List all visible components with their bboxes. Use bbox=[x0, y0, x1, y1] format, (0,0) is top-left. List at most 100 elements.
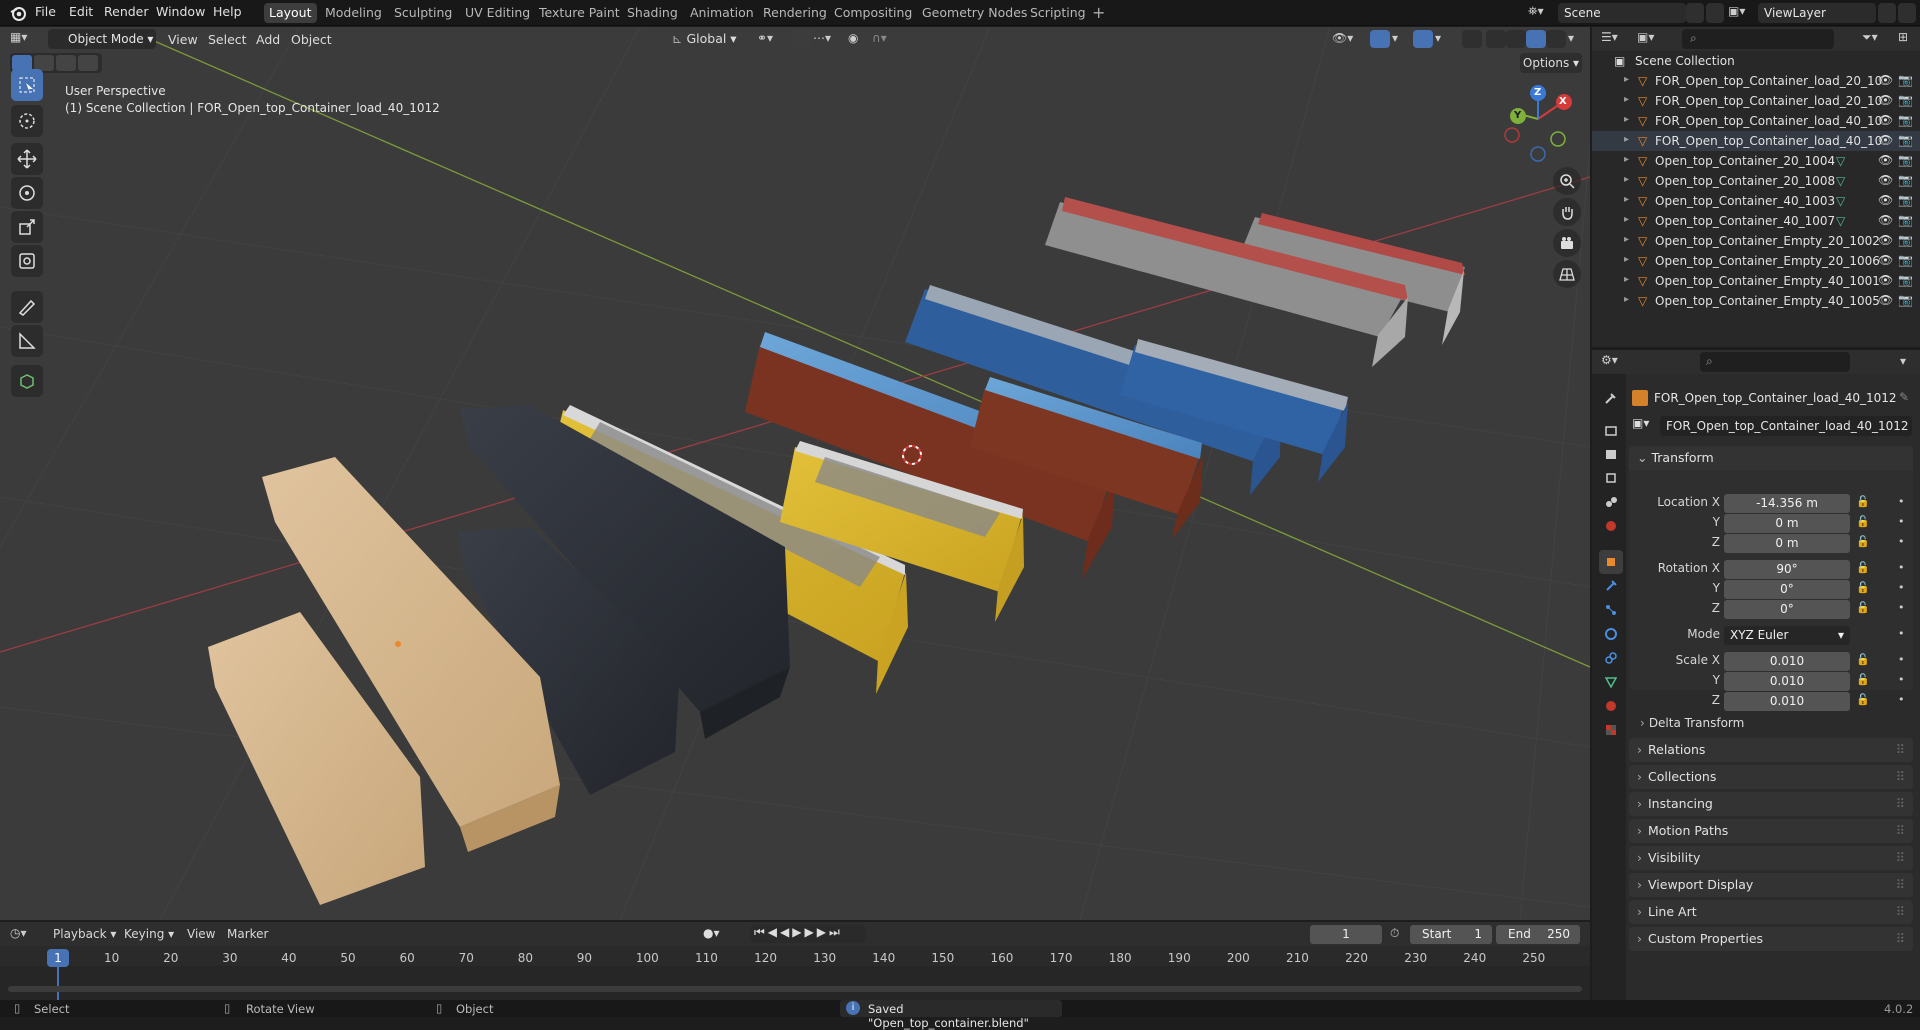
options-dropdown[interactable]: Options ▾ bbox=[1520, 53, 1582, 73]
tab-layout[interactable]: Layout bbox=[264, 3, 317, 23]
keyframe-dot-icon[interactable]: • bbox=[1898, 581, 1905, 594]
mesh-data-icon[interactable]: ▽ bbox=[1836, 214, 1845, 228]
lock-icon[interactable]: 🔓 bbox=[1856, 561, 1870, 574]
tab-scripting[interactable]: Scripting bbox=[1025, 3, 1091, 23]
shading-menu-icon[interactable]: ▾ bbox=[1568, 31, 1584, 49]
zoom-view-icon[interactable] bbox=[1553, 167, 1581, 195]
overlay-toggle-icon[interactable] bbox=[1413, 30, 1433, 48]
scale-z-field[interactable]: 0.010 bbox=[1724, 692, 1850, 711]
lock-icon[interactable]: 🔓 bbox=[1856, 581, 1870, 594]
expand-arrow-icon[interactable]: ▸ bbox=[1624, 194, 1629, 205]
scene-tab-icon[interactable] bbox=[1599, 490, 1623, 514]
tab-rendering[interactable]: Rendering bbox=[758, 3, 832, 23]
pivot-point-icon[interactable]: ⚭▾ bbox=[757, 31, 787, 49]
camera-view-icon[interactable] bbox=[1553, 229, 1581, 257]
expand-arrow-icon[interactable]: ▸ bbox=[1624, 254, 1629, 265]
properties-options-icon[interactable]: ▾ bbox=[1900, 354, 1906, 368]
tab-sculpting[interactable]: Sculpting bbox=[389, 3, 457, 23]
outliner-item[interactable]: ▸ ▽ Open_top_Container_Empty_20_1002 👁 📷 bbox=[1592, 231, 1920, 251]
location-x-field[interactable]: -14.356 m bbox=[1724, 494, 1850, 513]
panel-line-art[interactable]: › Line Art ⠿ bbox=[1629, 900, 1913, 924]
auto-keying-icon[interactable]: ●▾ bbox=[703, 926, 731, 940]
menu-render[interactable]: Render bbox=[104, 4, 149, 19]
expand-arrow-icon[interactable]: ▸ bbox=[1624, 174, 1629, 185]
delta-transform-subpanel[interactable]: › Delta Transform bbox=[1640, 712, 1902, 734]
keyframe-dot-icon[interactable]: • bbox=[1898, 495, 1905, 508]
lock-icon[interactable]: 🔓 bbox=[1856, 515, 1870, 528]
mesh-data-icon[interactable]: ▽ bbox=[1836, 154, 1845, 168]
render-camera-icon[interactable]: 📷 bbox=[1898, 153, 1913, 167]
timeline-scrollbar[interactable] bbox=[8, 986, 1582, 992]
start-frame-field[interactable]: Start 1 bbox=[1410, 925, 1492, 944]
render-camera-icon[interactable]: 📷 bbox=[1898, 113, 1913, 127]
move-tool-icon[interactable] bbox=[11, 143, 43, 175]
material-preview-icon[interactable] bbox=[1526, 30, 1546, 48]
timeline-editor-icon[interactable]: ◷▾ bbox=[10, 926, 40, 944]
datablock-type-icon[interactable]: ▣▾ bbox=[1632, 416, 1658, 436]
output-tab-icon[interactable] bbox=[1599, 442, 1623, 466]
lock-icon[interactable]: 🔓 bbox=[1856, 693, 1870, 706]
select-box-tool-icon[interactable] bbox=[11, 69, 43, 101]
timeline-view-menu[interactable]: View bbox=[187, 927, 215, 941]
outliner-item[interactable]: ▸ ▽ FOR_Open_top_Container_load_40_10 👁 📷 bbox=[1592, 131, 1920, 151]
outliner-item[interactable]: ▸ ▽ Open_top_Container_Empty_40_1001 👁 📷 bbox=[1592, 271, 1920, 291]
panel-visibility[interactable]: › Visibility ⠿ bbox=[1629, 846, 1913, 870]
drag-handle-icon[interactable]: ⠿ bbox=[1896, 900, 1905, 924]
orientation-dropdown[interactable]: ⊾ Global ▾ bbox=[672, 31, 758, 49]
new-view-layer-icon[interactable] bbox=[1878, 3, 1896, 23]
annotate-tool-icon[interactable] bbox=[11, 291, 43, 323]
outliner-item[interactable]: ▸ ▽ Open_top_Container_20_1004 ▽ 👁 📷 bbox=[1592, 151, 1920, 171]
view-layer-field[interactable]: ViewLayer bbox=[1758, 3, 1876, 23]
keyframe-dot-icon[interactable]: • bbox=[1898, 515, 1905, 528]
visibility-eye-icon[interactable]: 👁 bbox=[1878, 153, 1893, 167]
rotation-y-field[interactable]: 0° bbox=[1724, 580, 1850, 599]
scene-icon[interactable]: ⛯▾ bbox=[1528, 4, 1556, 22]
menu-edit[interactable]: Edit bbox=[69, 4, 93, 19]
playhead-frame[interactable]: 1 bbox=[47, 949, 69, 967]
mesh-data-icon[interactable]: ▽ bbox=[1836, 174, 1845, 188]
render-camera-icon[interactable]: 📷 bbox=[1898, 133, 1913, 147]
snap-settings-icon[interactable]: ⋯▾ bbox=[813, 31, 843, 49]
outliner-item[interactable]: ▸ ▽ Open_top_Container_Empty_40_1005 👁 📷 bbox=[1592, 291, 1920, 311]
view-layer-icon[interactable]: ▣▾ bbox=[1728, 4, 1756, 22]
proportional-edit-icon[interactable]: ◉ bbox=[848, 31, 868, 49]
scale-tool-icon[interactable] bbox=[11, 211, 43, 243]
delete-scene-icon[interactable] bbox=[1706, 3, 1724, 23]
expand-arrow-icon[interactable]: ▸ bbox=[1624, 294, 1629, 305]
drag-handle-icon[interactable]: ⠿ bbox=[1896, 819, 1905, 843]
overlay-menu-icon[interactable]: ▾ bbox=[1435, 31, 1451, 49]
scene-field[interactable]: Scene bbox=[1558, 3, 1686, 23]
select-subtract-icon[interactable] bbox=[56, 55, 76, 71]
drag-handle-icon[interactable]: ⠿ bbox=[1896, 873, 1905, 897]
cursor-tool-icon[interactable] bbox=[11, 105, 43, 137]
filter-icon[interactable]: ⏷▾ bbox=[1862, 30, 1892, 48]
panel-instancing[interactable]: › Instancing ⠿ bbox=[1629, 792, 1913, 816]
render-camera-icon[interactable]: 📷 bbox=[1898, 193, 1913, 207]
outliner-item[interactable]: ▸ ▽ FOR_Open_top_Container_load_20_10 👁 📷 bbox=[1592, 91, 1920, 111]
add-cube-tool-icon[interactable] bbox=[11, 365, 43, 397]
keyframe-dot-icon[interactable]: • bbox=[1898, 561, 1905, 574]
keying-menu[interactable]: Keying ▾ bbox=[124, 927, 174, 941]
physics-tab-icon[interactable] bbox=[1599, 622, 1623, 646]
lock-icon[interactable]: 🔓 bbox=[1856, 601, 1870, 614]
transform-tool-icon[interactable] bbox=[11, 245, 43, 277]
display-mode-icon[interactable]: ▣▾ bbox=[1637, 30, 1665, 48]
visibility-eye-icon[interactable]: 👁 bbox=[1878, 213, 1893, 227]
keyframe-dot-icon[interactable]: • bbox=[1898, 653, 1905, 666]
outliner-item[interactable]: ▸ ▽ FOR_Open_top_Container_load_20_10 👁 📷 bbox=[1592, 71, 1920, 91]
view-layer-tab-icon[interactable] bbox=[1599, 466, 1623, 490]
gizmo-z-label[interactable]: Z bbox=[1534, 87, 1541, 98]
gizmo-toggle-icon[interactable] bbox=[1370, 30, 1390, 48]
expand-arrow-icon[interactable]: ▸ bbox=[1624, 74, 1629, 85]
transform-panel-header[interactable]: ⌄ Transform bbox=[1629, 446, 1913, 470]
mesh-data-icon[interactable]: ▽ bbox=[1836, 194, 1845, 208]
end-frame-field[interactable]: End 250 bbox=[1496, 925, 1580, 944]
expand-arrow-icon[interactable]: ▸ bbox=[1624, 94, 1629, 105]
visibility-eye-icon[interactable]: 👁 bbox=[1878, 293, 1893, 307]
visibility-eye-icon[interactable]: 👁 bbox=[1878, 193, 1893, 207]
render-camera-icon[interactable]: 📷 bbox=[1898, 273, 1913, 287]
render-camera-icon[interactable]: 📷 bbox=[1898, 233, 1913, 247]
drag-handle-icon[interactable]: ⠿ bbox=[1896, 846, 1905, 870]
select-invert-icon[interactable] bbox=[78, 55, 98, 71]
visibility-eye-icon[interactable]: 👁 bbox=[1878, 113, 1893, 127]
